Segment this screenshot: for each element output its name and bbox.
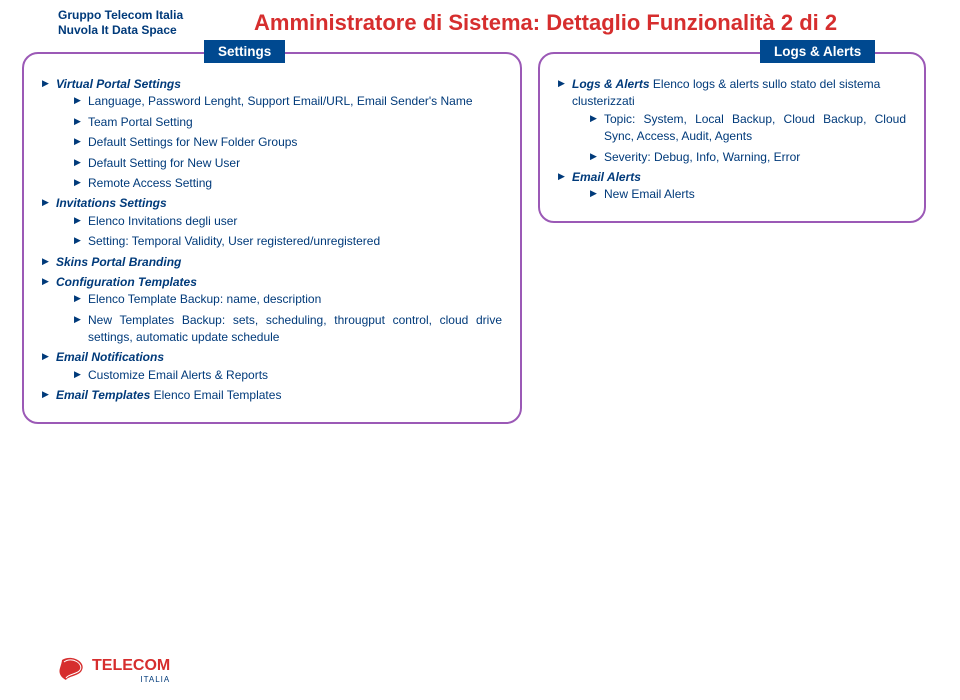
item: Default Setting for New User (74, 155, 502, 172)
telecom-logo-icon (58, 656, 86, 684)
label: Configuration Templates (56, 275, 197, 289)
item: Language, Password Lenght, Support Email… (74, 93, 502, 110)
label: Virtual Portal Settings (56, 77, 181, 91)
brand-line1: Gruppo Telecom Italia (58, 8, 238, 23)
item-skins-portal-branding: Skins Portal Branding (42, 254, 502, 271)
brand-block: Gruppo Telecom Italia Nuvola It Data Spa… (58, 8, 238, 38)
panel-logs-alerts: Logs & Alerts Logs & Alerts Elenco logs … (538, 52, 926, 223)
label-bold: Email Templates (56, 388, 150, 402)
footer-logo: TELECOM ITALIA (58, 656, 170, 684)
item: Customize Email Alerts & Reports (74, 367, 502, 384)
logs-tree: Logs & Alerts Elenco logs & alerts sullo… (558, 76, 906, 204)
item: Default Settings for New Folder Groups (74, 134, 502, 151)
item: Elenco Template Backup: name, descriptio… (74, 291, 502, 308)
label: Email Notifications (56, 350, 164, 364)
item: Setting: Temporal Validity, User registe… (74, 233, 502, 250)
panel-settings-badge: Settings (204, 40, 285, 63)
item: Elenco Invitations degli user (74, 213, 502, 230)
label: Skins Portal Branding (56, 255, 181, 269)
header: Gruppo Telecom Italia Nuvola It Data Spa… (0, 0, 960, 42)
item: Team Portal Setting (74, 114, 502, 131)
item: New Email Alerts (590, 186, 906, 203)
item-invitations-settings: Invitations Settings Elenco Invitations … (42, 195, 502, 250)
item: Topic: System, Local Backup, Cloud Backu… (590, 111, 906, 146)
footer-text: TELECOM ITALIA (92, 657, 170, 684)
label-bold: Logs & Alerts (572, 77, 650, 91)
item: Remote Access Setting (74, 175, 502, 192)
panel-logs-badge: Logs & Alerts (760, 40, 875, 63)
item-configuration-templates: Configuration Templates Elenco Template … (42, 274, 502, 347)
item: Severity: Debug, Info, Warning, Error (590, 149, 906, 166)
item-email-notifications: Email Notifications Customize Email Aler… (42, 349, 502, 384)
settings-tree: Virtual Portal Settings Language, Passwo… (42, 76, 502, 405)
label: Email Alerts (572, 170, 641, 184)
item: New Templates Backup: sets, scheduling, … (74, 312, 502, 347)
label-rest: Elenco Email Templates (150, 388, 281, 402)
content: Settings Virtual Portal Settings Languag… (0, 42, 960, 424)
item-virtual-portal-settings: Virtual Portal Settings Language, Passwo… (42, 76, 502, 192)
brand-line2: Nuvola It Data Space (58, 23, 238, 38)
page-title: Amministratore di Sistema: Dettaglio Fun… (254, 10, 837, 36)
footer-sub: ITALIA (92, 675, 170, 684)
label: Invitations Settings (56, 196, 167, 210)
item-email-alerts: Email Alerts New Email Alerts (558, 169, 906, 204)
item-email-templates: Email Templates Elenco Email Templates (42, 387, 502, 404)
footer-brand: TELECOM (92, 657, 170, 674)
item-logs-alerts: Logs & Alerts Elenco logs & alerts sullo… (558, 76, 906, 166)
panel-settings: Settings Virtual Portal Settings Languag… (22, 52, 522, 424)
